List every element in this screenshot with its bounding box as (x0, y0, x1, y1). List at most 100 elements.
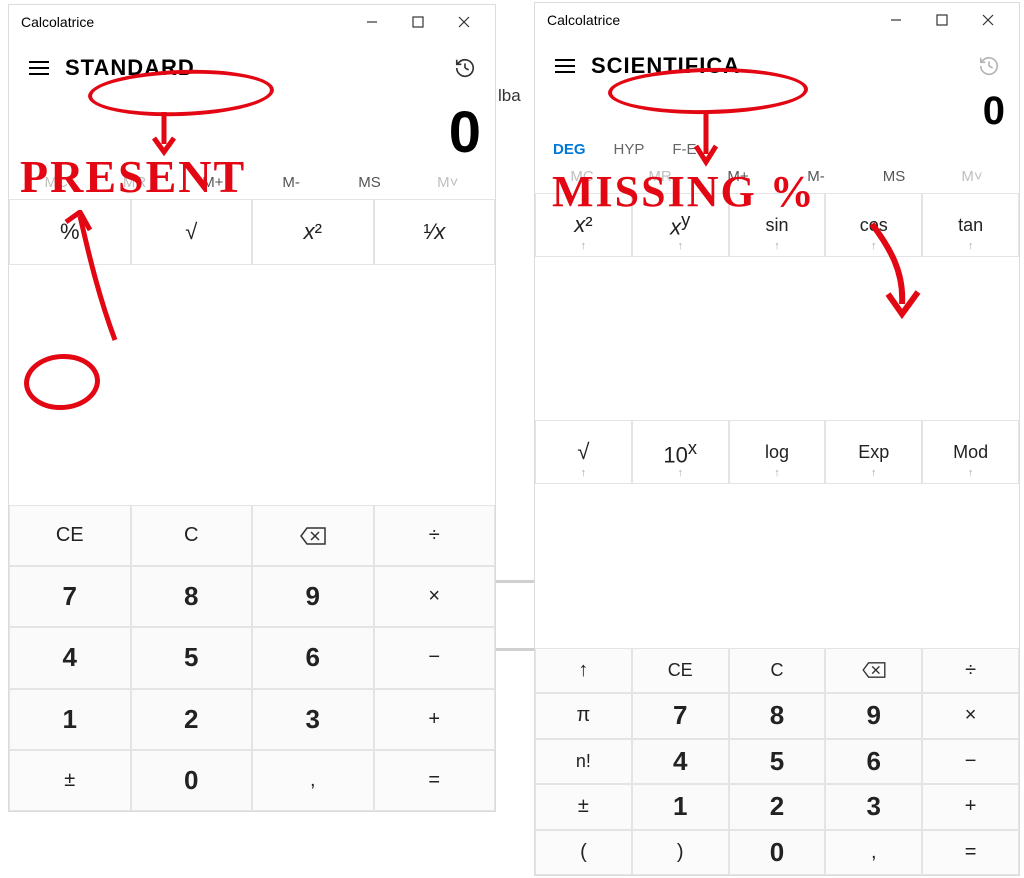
sqrt-button[interactable]: √↑ (535, 420, 632, 484)
mem-mr[interactable]: MR (95, 174, 173, 191)
tan-button[interactable]: tan↑ (922, 193, 1019, 257)
digit-3[interactable]: 3 (252, 689, 374, 750)
shift-up-button[interactable]: ↑ (535, 648, 632, 693)
digit-1[interactable]: 1 (632, 784, 729, 829)
ce-button[interactable]: CE (632, 648, 729, 693)
multiply-button[interactable]: × (374, 566, 496, 627)
history-button[interactable] (969, 46, 1009, 86)
equals-button[interactable]: = (922, 830, 1019, 875)
exp-button[interactable]: Exp↑ (825, 420, 922, 484)
digit-5[interactable]: 5 (131, 627, 253, 688)
menu-button[interactable] (19, 48, 59, 88)
close-button[interactable] (965, 5, 1011, 35)
mem-list[interactable]: M˅ (933, 168, 1011, 185)
divide-button[interactable]: ÷ (374, 505, 496, 566)
digit-4[interactable]: 4 (632, 739, 729, 784)
window-title: Calcolatrice (21, 14, 349, 30)
mod-button[interactable]: Mod↑ (922, 420, 1019, 484)
mode-label: SCIENTIFICA (591, 53, 740, 79)
sqrt-button[interactable]: √ (131, 199, 253, 265)
plus-minus-button[interactable]: ± (535, 784, 632, 829)
plus-minus-button[interactable]: ± (9, 750, 131, 811)
digit-7[interactable]: 7 (9, 566, 131, 627)
percent-button[interactable]: % (9, 199, 131, 265)
digit-9[interactable]: 9 (252, 566, 374, 627)
fe-button[interactable]: F-E (672, 141, 696, 158)
digit-1[interactable]: 1 (9, 689, 131, 750)
scientific-calculator-window: Calcolatrice SCIENTIFICA 0 DEG HYP F-E M… (534, 2, 1020, 876)
mem-mminus[interactable]: M- (252, 174, 330, 191)
square-button[interactable]: x² (252, 199, 374, 265)
factorial-button[interactable]: n! (535, 739, 632, 784)
multiply-button[interactable]: × (922, 693, 1019, 738)
history-button[interactable] (445, 48, 485, 88)
cos-button[interactable]: cos↑ (825, 193, 922, 257)
digit-0[interactable]: 0 (131, 750, 253, 811)
digit-9[interactable]: 9 (825, 693, 922, 738)
hyp-button[interactable]: HYP (614, 141, 645, 158)
mem-ms[interactable]: MS (855, 168, 933, 185)
menu-button[interactable] (545, 46, 585, 86)
mem-ms[interactable]: MS (330, 174, 408, 191)
digit-2[interactable]: 2 (729, 784, 826, 829)
minimize-button[interactable] (873, 5, 919, 35)
memory-row: MC MR M+ M- MS M˅ (9, 170, 495, 199)
keypad: ↑ CE C ÷ π 7 8 9 × n! 4 5 6 − ± 1 2 3 + … (535, 648, 1019, 875)
reciprocal-button[interactable]: ¹⁄x (374, 199, 496, 265)
background-line-2 (494, 648, 536, 651)
deg-button[interactable]: DEG (553, 141, 586, 158)
decimal-button[interactable]: , (825, 830, 922, 875)
add-button[interactable]: + (374, 689, 496, 750)
digit-8[interactable]: 8 (131, 566, 253, 627)
x-squared-button[interactable]: x²↑ (535, 193, 632, 257)
mem-mplus[interactable]: M+ (174, 174, 252, 191)
mem-mplus[interactable]: M+ (699, 168, 777, 185)
digit-6[interactable]: 6 (252, 627, 374, 688)
backspace-button[interactable] (252, 505, 374, 566)
mem-mminus[interactable]: M- (777, 168, 855, 185)
digit-2[interactable]: 2 (131, 689, 253, 750)
mem-list[interactable]: M˅ (409, 174, 487, 191)
mem-mc[interactable]: MC (543, 168, 621, 185)
subtract-button[interactable]: − (922, 739, 1019, 784)
divide-button[interactable]: ÷ (922, 648, 1019, 693)
fn-row-2: √↑ 10x↑ log↑ Exp↑ Mod↑ (535, 420, 1019, 647)
digit-7[interactable]: 7 (632, 693, 729, 738)
digit-8[interactable]: 8 (729, 693, 826, 738)
mem-mc[interactable]: MC (17, 174, 95, 191)
maximize-button[interactable] (395, 7, 441, 37)
background-fragment: lba (498, 86, 521, 106)
reciprocal-label: ¹⁄x (423, 219, 445, 245)
header: SCIENTIFICA (535, 37, 1019, 89)
digit-3[interactable]: 3 (825, 784, 922, 829)
ten-power-x-button[interactable]: 10x↑ (632, 420, 729, 484)
equals-button[interactable]: = (374, 750, 496, 811)
lparen-button[interactable]: ( (535, 830, 632, 875)
close-button[interactable] (441, 7, 487, 37)
digit-5[interactable]: 5 (729, 739, 826, 784)
angle-mode-row: DEG HYP F-E (535, 139, 1019, 164)
decimal-button[interactable]: , (252, 750, 374, 811)
sin-button[interactable]: sin↑ (729, 193, 826, 257)
c-button[interactable]: C (729, 648, 826, 693)
c-button[interactable]: C (131, 505, 253, 566)
digit-6[interactable]: 6 (825, 739, 922, 784)
subtract-button[interactable]: − (374, 627, 496, 688)
x-power-y-button[interactable]: xy↑ (632, 193, 729, 257)
digit-4[interactable]: 4 (9, 627, 131, 688)
ce-button[interactable]: CE (9, 505, 131, 566)
minimize-button[interactable] (349, 7, 395, 37)
display: 0 (535, 89, 1019, 139)
mem-mr[interactable]: MR (621, 168, 699, 185)
square-label: x² (304, 219, 322, 245)
log-button[interactable]: log↑ (729, 420, 826, 484)
rparen-button[interactable]: ) (632, 830, 729, 875)
mode-label: STANDARD (65, 55, 195, 81)
pi-button[interactable]: π (535, 693, 632, 738)
digit-0[interactable]: 0 (729, 830, 826, 875)
maximize-button[interactable] (919, 5, 965, 35)
add-button[interactable]: + (922, 784, 1019, 829)
display: 0 (9, 91, 495, 170)
memory-row: MC MR M+ M- MS M˅ (535, 164, 1019, 193)
backspace-button[interactable] (825, 648, 922, 693)
